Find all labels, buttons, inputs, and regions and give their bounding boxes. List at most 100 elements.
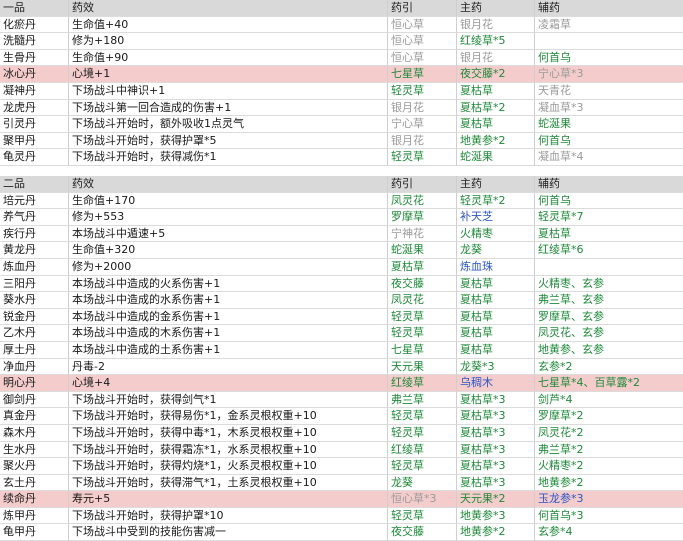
ingredient-yin: 红绫草 bbox=[388, 375, 457, 392]
pill-effect: 本场战斗中造成的金系伤害+1 bbox=[69, 308, 388, 326]
ingredient-aux: 火精枣*2 bbox=[535, 458, 683, 475]
ingredient-yin: 宁神花 bbox=[388, 225, 457, 243]
ingredient-main: 火精枣 bbox=[457, 225, 535, 243]
ingredient-main: 夏枯草*2 bbox=[457, 99, 535, 117]
ingredient-aux: 火精枣、玄参 bbox=[535, 276, 683, 293]
ingredient-main: 夏枯草 bbox=[457, 341, 535, 359]
table-row: 凝神丹 下场战斗中神识+1 轻灵草 夏枯草 天青花 bbox=[0, 82, 683, 100]
ingredient-aux: 何首乌 bbox=[535, 50, 683, 67]
ingredient-yin: 弗兰草 bbox=[388, 391, 457, 409]
ingredient-main: 蛇涎果 bbox=[457, 149, 535, 166]
pill-effect: 修为+553 bbox=[69, 209, 388, 226]
pill-name: 御剑丹 bbox=[0, 391, 69, 409]
pill-name: 厚土丹 bbox=[0, 341, 69, 359]
pill-effect: 下场战斗开始时，获得中毒*1，木系灵根权重+10 bbox=[69, 424, 388, 442]
pill-effect: 生命值+170 bbox=[69, 192, 388, 210]
ingredient-yin: 红绫草 bbox=[388, 441, 457, 459]
ingredient-aux: 凌霜草 bbox=[535, 17, 683, 34]
ingredient-aux: 玄参*2 bbox=[535, 359, 683, 376]
pill-name: 龟甲丹 bbox=[0, 524, 69, 541]
ingredient-main: 夏枯草*3 bbox=[457, 441, 535, 459]
pill-effect: 本场战斗中造成的火系伤害+1 bbox=[69, 275, 388, 293]
pill-name: 炼血丹 bbox=[0, 258, 69, 276]
pill-name: 锐金丹 bbox=[0, 308, 69, 326]
ingredient-aux bbox=[535, 33, 683, 50]
table-row: 龟灵丹 下场战斗开始时，获得减伤*1 轻灵草 蛇涎果 凝血草*4 bbox=[0, 149, 683, 166]
pill-name: 聚甲丹 bbox=[0, 132, 69, 150]
pill-effect: 下场战斗中受到的技能伤害减一 bbox=[69, 524, 388, 541]
ingredient-main: 乌稠木 bbox=[457, 375, 535, 392]
ingredient-aux: 凤灵花*2 bbox=[535, 425, 683, 442]
table-header-row: 一品 药效 药引 主药 辅药 bbox=[0, 0, 683, 17]
ingredient-yin: 蛇涎果 bbox=[388, 242, 457, 259]
pill-name: 洗髓丹 bbox=[0, 33, 69, 50]
ingredient-yin: 夏枯草 bbox=[388, 258, 457, 276]
ingredient-aux: 天青花 bbox=[535, 83, 683, 100]
pill-name: 三阳丹 bbox=[0, 275, 69, 293]
ingredient-aux: 弗兰草*2 bbox=[535, 442, 683, 459]
pill-effect: 本场战斗中造成的木系伤害+1 bbox=[69, 325, 388, 342]
table-row: 聚甲丹 下场战斗开始时，获得护罩*5 银月花 地黄参*2 何首乌 bbox=[0, 132, 683, 150]
ingredient-aux: 红绫草*6 bbox=[535, 242, 683, 259]
pill-name: 明心丹 bbox=[0, 375, 69, 392]
ingredient-main: 夏枯草 bbox=[457, 82, 535, 100]
ingredient-yin: 宁心草 bbox=[388, 116, 457, 133]
pill-effect: 下场战斗开始时，额外吸收1点灵气 bbox=[69, 116, 388, 133]
header-effect: 药效 bbox=[69, 0, 388, 17]
table-row: 引灵丹 下场战斗开始时，额外吸收1点灵气 宁心草 夏枯草 蛇涎果 bbox=[0, 116, 683, 133]
ingredient-yin: 银月花 bbox=[388, 132, 457, 150]
pill-name: 凝神丹 bbox=[0, 82, 69, 100]
ingredient-main: 龙葵 bbox=[457, 242, 535, 259]
pill-effect: 修为+180 bbox=[69, 33, 388, 50]
pill-name: 养气丹 bbox=[0, 209, 69, 226]
pill-name: 疾行丹 bbox=[0, 225, 69, 243]
ingredient-main: 轻灵草*2 bbox=[457, 192, 535, 210]
ingredient-yin: 七星草 bbox=[388, 66, 457, 83]
ingredient-yin: 夜交藤 bbox=[388, 524, 457, 541]
pill-effect: 下场战斗开始时，获得灼烧*1，火系灵根权重+10 bbox=[69, 458, 388, 475]
ingredient-main: 银月花 bbox=[457, 16, 535, 34]
ingredient-aux: 宁心草*3 bbox=[535, 66, 683, 83]
ingredient-yin: 恒心草 bbox=[388, 16, 457, 34]
pill-name: 真金丹 bbox=[0, 408, 69, 425]
table-row: 养气丹 修为+553 罗摩草 补天芝 轻灵草*7 bbox=[0, 209, 683, 226]
ingredient-yin: 罗摩草 bbox=[388, 209, 457, 226]
header-main: 主药 bbox=[457, 0, 535, 17]
table-row: 生水丹 下场战斗开始时，获得霜冻*1，水系灵根权重+10 红绫草 夏枯草*3 弗兰草*2 bbox=[0, 441, 683, 459]
pill-name: 聚火丹 bbox=[0, 458, 69, 475]
header-grade: 一品 bbox=[0, 0, 69, 17]
header-aux: 辅药 bbox=[535, 176, 683, 193]
table-row: 炼甲丹 下场战斗开始时，获得护罩*10 轻灵草 地黄参*3 何首乌*3 bbox=[0, 507, 683, 525]
ingredient-aux: 蛇涎果 bbox=[535, 116, 683, 133]
ingredient-yin: 凤灵花 bbox=[388, 292, 457, 309]
table-row: 黄龙丹 生命值+320 蛇涎果 龙葵 红绫草*6 bbox=[0, 242, 683, 259]
pill-name: 森木丹 bbox=[0, 424, 69, 442]
ingredient-main: 补天芝 bbox=[457, 209, 535, 226]
ingredient-main: 红绫草*5 bbox=[457, 33, 535, 50]
ingredient-main: 银月花 bbox=[457, 49, 535, 67]
ingredient-aux: 七星草*4、百草露*2 bbox=[535, 375, 683, 392]
ingredient-main: 龙葵*3 bbox=[457, 358, 535, 376]
pill-effect: 下场战斗第一回合造成的伤害+1 bbox=[69, 99, 388, 117]
pill-effect: 本场战斗中造成的土系伤害+1 bbox=[69, 341, 388, 359]
ingredient-yin: 七星草 bbox=[388, 341, 457, 359]
table-row: 龟甲丹 下场战斗中受到的技能伤害减一 夜交藤 地黄参*2 玄参*4 bbox=[0, 524, 683, 541]
pill-effect: 下场战斗开始时，获得护罩*10 bbox=[69, 507, 388, 525]
table-header-row: 二品 药效 药引 主药 辅药 bbox=[0, 176, 683, 193]
header-yin: 药引 bbox=[388, 0, 457, 17]
header-yin: 药引 bbox=[388, 176, 457, 193]
pill-name: 生骨丹 bbox=[0, 49, 69, 67]
pill-effect: 生命值+320 bbox=[69, 242, 388, 259]
ingredient-yin: 恒心草 bbox=[388, 49, 457, 67]
table-row: 乙木丹 本场战斗中造成的木系伤害+1 轻灵草 夏枯草 凤灵花、玄参 bbox=[0, 325, 683, 342]
pill-name: 龟灵丹 bbox=[0, 149, 69, 166]
ingredient-main: 夏枯草 bbox=[457, 308, 535, 326]
ingredient-aux: 何首乌 bbox=[535, 193, 683, 210]
pill-effect: 心境+1 bbox=[69, 66, 388, 83]
table-row: 锐金丹 本场战斗中造成的金系伤害+1 轻灵草 夏枯草 罗摩草、玄参 bbox=[0, 308, 683, 326]
header-effect: 药效 bbox=[69, 176, 388, 193]
pill-effect: 修为+2000 bbox=[69, 258, 388, 276]
table-row: 三阳丹 本场战斗中造成的火系伤害+1 夜交藤 夏枯草 火精枣、玄参 bbox=[0, 275, 683, 293]
table-row: 葵水丹 本场战斗中造成的水系伤害+1 凤灵花 夏枯草 弗兰草、玄参 bbox=[0, 292, 683, 309]
pill-name: 生水丹 bbox=[0, 441, 69, 459]
